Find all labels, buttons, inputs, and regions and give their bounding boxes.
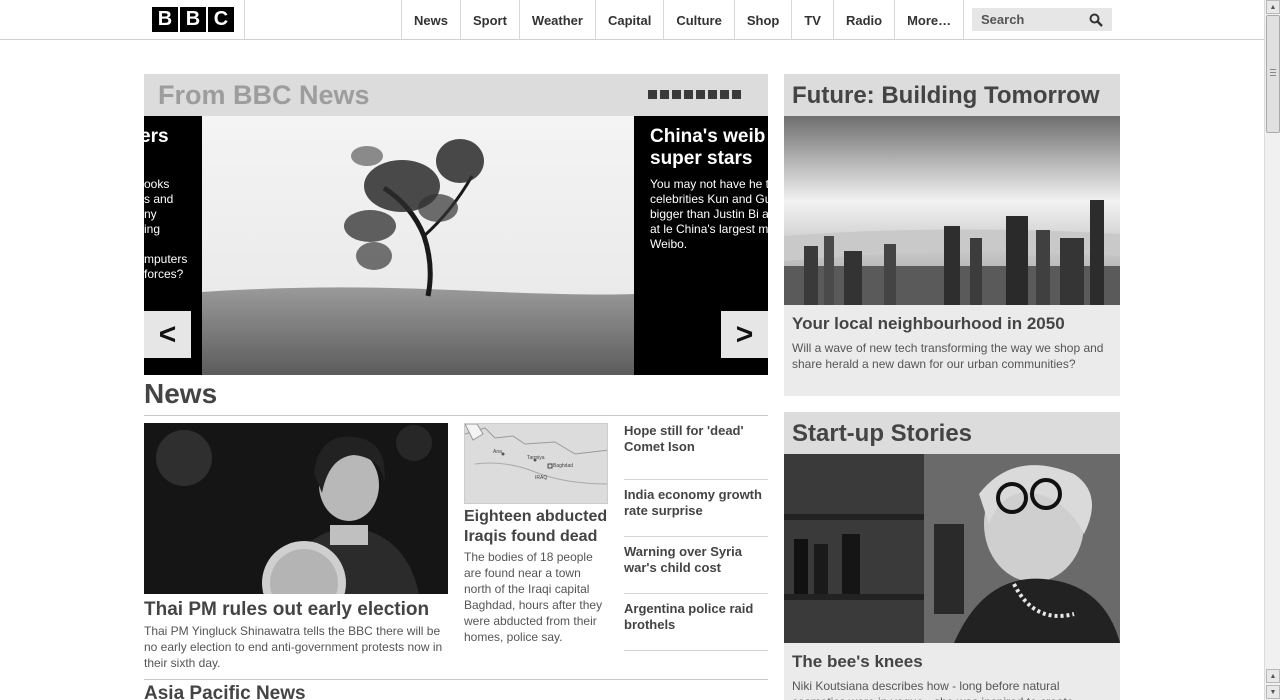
iraq-map-image[interactable]: Ana Tarmiya Baghdad IRAQ [464, 423, 608, 504]
carousel-dot[interactable] [672, 90, 681, 99]
startup-panel: Start-up Stories The bee's knees Niki Ko… [784, 412, 1120, 700]
carousel-dot[interactable] [684, 90, 693, 99]
future-story-headline[interactable]: Your local neighbourhood in 2050 [784, 305, 1120, 334]
future-panel: Future: Building Tomorrow Your local nei… [784, 74, 1120, 396]
headline-link[interactable]: India economy growth rate surprise [624, 480, 768, 537]
headline-link[interactable]: Argentina police raid brothels [624, 594, 768, 651]
nav-item-news[interactable]: News [401, 0, 460, 40]
logo-letter: B [180, 7, 206, 32]
slide-text-line: s and [144, 192, 174, 206]
slide-heading: China's weib super stars [650, 126, 766, 169]
nav-item-radio[interactable]: Radio [832, 0, 894, 40]
nav-item-sport[interactable]: Sport [459, 0, 519, 40]
nav-item-tv[interactable]: TV [791, 0, 833, 40]
slide-text-line: ing [144, 222, 161, 236]
divider [144, 415, 768, 416]
main-nav: News Sport Weather Capital Culture Shop … [401, 0, 965, 40]
carousel-header: From BBC News [144, 74, 768, 116]
slide-text-line: ooks [144, 177, 170, 191]
news-carousel: From BBC News ers ooks s and ny ing mput… [144, 74, 768, 375]
map-label: Ana [493, 449, 502, 455]
lead-story-image[interactable] [144, 423, 448, 594]
lead-story-headline[interactable]: Thai PM rules out early election [144, 599, 429, 621]
headline-list: Hope still for 'dead' Comet Ison India ec… [624, 423, 768, 651]
carousel-next-button[interactable]: > [721, 311, 768, 358]
secondary-story-headline[interactable]: Eighteen abducted Iraqis found dead [464, 507, 614, 547]
scroll-up-icon[interactable]: ▲ [1266, 0, 1280, 14]
carousel-dot[interactable] [720, 90, 729, 99]
startup-panel-title[interactable]: Start-up Stories [784, 412, 1120, 454]
carousel-image-tree[interactable] [202, 116, 634, 375]
carousel-prev-button[interactable]: < [144, 311, 191, 358]
carousel-dot[interactable] [732, 90, 741, 99]
scroll-up-icon[interactable]: ▲ [1266, 669, 1280, 683]
perfume-shop-image[interactable] [784, 454, 1120, 643]
page-scrollbar[interactable]: ▲ ▲ ▼ [1264, 0, 1280, 700]
headline-link[interactable]: Hope still for 'dead' Comet Ison [624, 423, 768, 480]
bbc-logo[interactable]: B B C [152, 7, 234, 32]
slide-text-line: forces? [144, 267, 184, 281]
headline-link[interactable]: Warning over Syria war's child cost [624, 537, 768, 594]
divider [244, 0, 245, 40]
startup-story-headline[interactable]: The bee's knees [784, 643, 1120, 672]
section-title-asia-pacific[interactable]: Asia Pacific News [144, 683, 306, 700]
search-box [972, 8, 1112, 31]
carousel-dot[interactable] [660, 90, 669, 99]
top-navigation-bar: B B C News Sport Weather Capital Culture… [0, 0, 1264, 40]
future-panel-title[interactable]: Future: Building Tomorrow [784, 74, 1120, 116]
carousel-dot[interactable] [696, 90, 705, 99]
nav-item-culture[interactable]: Culture [663, 0, 734, 40]
carousel-title: From BBC News [158, 80, 370, 110]
map-label: IRAQ [535, 475, 547, 481]
magnifier-icon[interactable] [1084, 8, 1108, 31]
map-label: Tarmiya [527, 455, 545, 461]
nav-item-more[interactable]: More… [894, 0, 965, 40]
city-skyline-image[interactable] [784, 116, 1120, 305]
section-title-news[interactable]: News [144, 378, 217, 410]
nav-item-shop[interactable]: Shop [733, 0, 792, 40]
map-label: Baghdad [553, 463, 573, 469]
startup-story-summary: Niki Koutsiana describes how - long befo… [792, 679, 1073, 700]
slide-heading: ers [144, 126, 169, 147]
logo-letter: C [208, 7, 234, 32]
carousel-dot[interactable] [708, 90, 717, 99]
divider [144, 679, 768, 680]
scroll-thumb[interactable] [1266, 15, 1280, 133]
search-input[interactable] [972, 8, 1084, 31]
slide-summary: You may not have he them, but celebritie… [650, 177, 768, 251]
slide-text-line: ny [144, 207, 157, 221]
slide-text-line: mputers [144, 252, 188, 266]
carousel-pagination [648, 90, 741, 99]
nav-item-weather[interactable]: Weather [518, 0, 595, 40]
secondary-story-summary: The bodies of 18 people are found near a… [464, 550, 603, 644]
logo-letter: B [152, 7, 178, 32]
nav-item-capital[interactable]: Capital [594, 0, 663, 40]
lead-story-summary: Thai PM Yingluck Shinawatra tells the BB… [144, 624, 443, 670]
scroll-down-icon[interactable]: ▼ [1266, 685, 1280, 699]
carousel-dot[interactable] [648, 90, 657, 99]
future-story-summary: Will a wave of new tech transforming the… [792, 341, 1104, 371]
